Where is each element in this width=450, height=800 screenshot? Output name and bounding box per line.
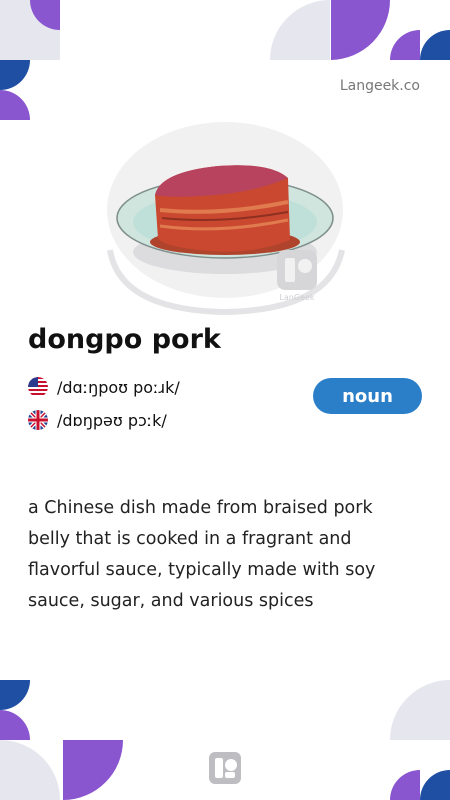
pronunciation-uk[interactable]: /dɒŋpəʊ pɔːk/ [28, 410, 167, 430]
corner-decoration-bottom-left [0, 680, 123, 800]
word-title: dongpo pork [28, 324, 221, 355]
pronunciation-us-text: /dɑːŋpoʊ poːɹk/ [57, 377, 180, 397]
corner-decoration-top-right [270, 0, 450, 60]
dongpo-pork-illustration: LanGeek [107, 122, 345, 316]
part-of-speech-badge[interactable]: noun [313, 378, 422, 414]
langeek-logo-icon [209, 752, 241, 784]
us-flag-icon [28, 377, 48, 397]
pronunciation-uk-text: /dɒŋpəʊ pɔːk/ [57, 410, 167, 430]
watermark-label: LanGeek [279, 293, 314, 302]
corner-decoration-bottom-right [390, 680, 450, 800]
uk-flag-icon [28, 410, 48, 430]
corner-decoration-top-left [0, 0, 60, 120]
definition-text: a Chinese dish made from braised pork be… [28, 498, 376, 611]
pronunciation-us[interactable]: /dɑːŋpoʊ poːɹk/ [28, 377, 180, 397]
brand-label: Langeek.co [339, 78, 420, 94]
